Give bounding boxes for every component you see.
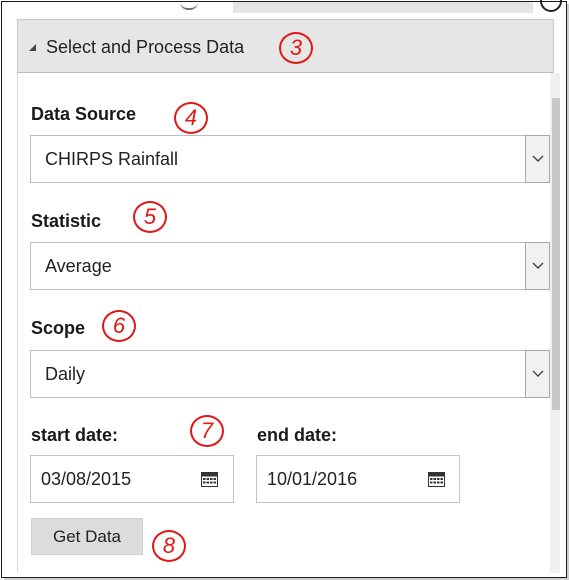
window-frame <box>1 1 567 578</box>
